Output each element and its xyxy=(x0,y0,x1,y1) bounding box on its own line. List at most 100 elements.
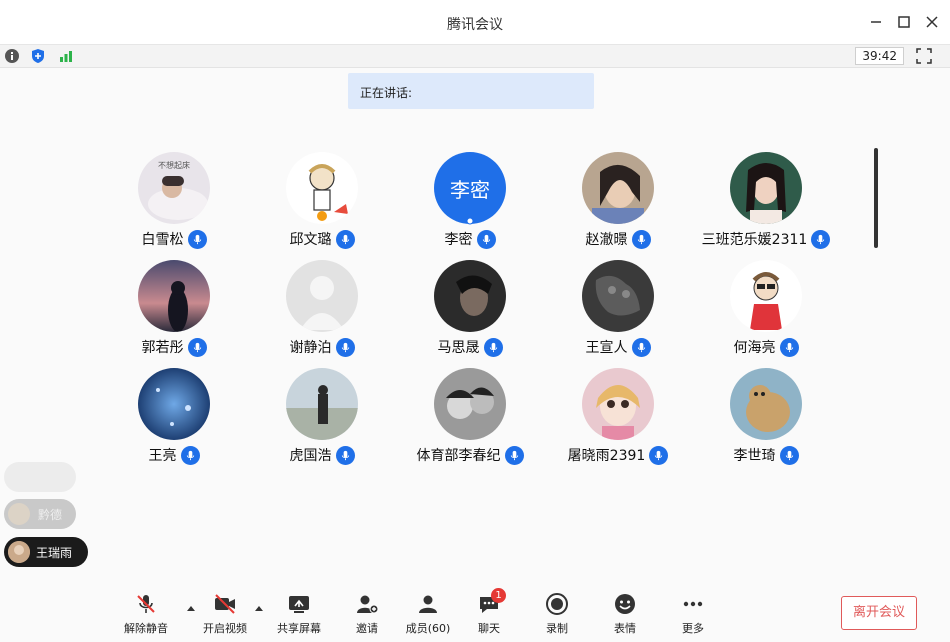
mic-icon xyxy=(504,445,524,465)
participant-tile[interactable]: 何海亮 xyxy=(692,260,840,368)
mic-icon xyxy=(811,229,831,249)
maximize-button[interactable] xyxy=(890,8,918,36)
floating-participant[interactable]: 王瑞雨 xyxy=(4,537,88,567)
participant-tile[interactable]: 王宣人 xyxy=(544,260,692,368)
window-title: 腾讯会议 xyxy=(447,17,503,33)
svg-text:不想起床: 不想起床 xyxy=(158,160,190,170)
speaking-indicator: 正在讲话: xyxy=(348,73,594,109)
fullscreen-icon[interactable] xyxy=(916,48,932,64)
avatar xyxy=(582,152,654,224)
avatar-initials: 李密 xyxy=(434,152,506,224)
mic-icon xyxy=(631,337,651,357)
floating-participant-name: 黔德 xyxy=(38,508,63,522)
emoji-button[interactable]: 表情 xyxy=(597,592,653,640)
unmute-button[interactable]: 解除静音 xyxy=(118,592,174,640)
shield-icon[interactable] xyxy=(30,48,46,64)
bottom-toolbar: 解除静音 开启视频 共享屏幕 邀请 成员(60) 1 聊天 录制 表情 更多 xyxy=(0,586,950,642)
close-icon xyxy=(926,16,938,28)
record-button[interactable]: 录制 xyxy=(529,592,585,640)
signal-icon[interactable] xyxy=(58,48,74,64)
avatar xyxy=(286,368,358,440)
close-button[interactable] xyxy=(918,8,946,36)
share-screen-label: 共享屏幕 xyxy=(277,622,321,635)
speaking-label: 正在讲话: xyxy=(360,86,413,100)
avatar xyxy=(138,260,210,332)
floating-participant-name: 王瑞雨 xyxy=(36,546,73,560)
participant-tile[interactable]: 不想起床 白雪松 xyxy=(100,152,248,260)
members-icon xyxy=(419,595,437,613)
meeting-timer: 39:42 xyxy=(855,47,904,65)
participant-tile[interactable]: 邱文璐 xyxy=(248,152,396,260)
record-icon xyxy=(546,593,568,615)
default-avatar xyxy=(286,260,358,332)
chat-button[interactable]: 1 聊天 xyxy=(461,588,517,640)
video-off-icon xyxy=(215,594,235,614)
mic-icon xyxy=(483,337,503,357)
avatar xyxy=(286,152,358,224)
more-button[interactable]: 更多 xyxy=(665,592,721,640)
participant-tile[interactable]: 三班范乐媛2311 xyxy=(692,152,840,260)
add-user-icon xyxy=(357,595,379,614)
leave-meeting-button[interactable]: 离开会议 xyxy=(841,596,917,630)
maximize-icon xyxy=(898,16,910,28)
audio-options-chevron-icon[interactable] xyxy=(186,604,196,612)
start-video-label: 开启视频 xyxy=(203,622,247,635)
unmute-label: 解除静音 xyxy=(124,622,168,635)
participant-tile[interactable]: 谢静泊 xyxy=(248,260,396,368)
minimize-button[interactable] xyxy=(862,8,890,36)
mic-icon xyxy=(631,229,651,249)
avatar xyxy=(730,368,802,440)
avatar xyxy=(582,368,654,440)
participant-tile[interactable]: 郭若彤 xyxy=(100,260,248,368)
participant-tile[interactable]: 赵澈暻 xyxy=(544,152,692,260)
participant-tile[interactable]: 虎国浩 xyxy=(248,368,396,476)
participant-name: 王宣人 xyxy=(585,340,628,356)
minimize-icon xyxy=(871,21,881,23)
title-bar: 腾讯会议 xyxy=(0,0,950,45)
mic-icon xyxy=(335,229,355,249)
chat-label: 聊天 xyxy=(478,622,500,635)
avatar xyxy=(8,541,30,563)
participant-name: 三班范乐媛2311 xyxy=(701,232,808,248)
mic-icon xyxy=(779,337,799,357)
participant-name: 赵澈暻 xyxy=(585,232,628,248)
avatar xyxy=(138,368,210,440)
more-icon xyxy=(683,601,703,607)
chat-unread-badge: 1 xyxy=(491,588,506,603)
more-label: 更多 xyxy=(682,622,704,635)
share-screen-button[interactable]: 共享屏幕 xyxy=(271,592,327,640)
status-bar: 39:42 xyxy=(0,45,950,68)
video-options-chevron-icon[interactable] xyxy=(254,604,264,612)
start-video-button[interactable]: 开启视频 xyxy=(197,592,253,640)
invite-button[interactable]: 邀请 xyxy=(339,592,395,640)
grid-scrollbar[interactable] xyxy=(874,148,878,248)
participant-name: 体育部李春纪 xyxy=(416,448,501,464)
share-screen-icon xyxy=(289,596,309,613)
emoji-label: 表情 xyxy=(614,622,636,635)
participant-name: 郭若彤 xyxy=(141,340,184,356)
avatar xyxy=(730,152,802,224)
members-button[interactable]: 成员(60) xyxy=(400,592,456,640)
participant-tile[interactable]: 李世琦 xyxy=(692,368,840,476)
mic-icon xyxy=(335,445,355,465)
floating-participant[interactable] xyxy=(4,462,76,492)
mic-icon xyxy=(187,337,207,357)
participant-name: 何海亮 xyxy=(733,340,776,356)
emoji-icon xyxy=(615,594,635,614)
record-label: 录制 xyxy=(546,622,568,635)
avatar xyxy=(730,260,802,332)
participant-name: 马思晟 xyxy=(437,340,480,356)
avatar-text: 李密 xyxy=(450,177,490,202)
participant-tile[interactable]: 李密 李密 xyxy=(396,152,544,260)
participant-tile[interactable]: 体育部李春纪 xyxy=(396,368,544,476)
participant-tile[interactable]: 王亮 xyxy=(100,368,248,476)
participant-name: 屠晓雨2391 xyxy=(567,448,646,464)
participant-tile[interactable]: 马思晟 xyxy=(396,260,544,368)
avatar: 不想起床 xyxy=(138,152,210,224)
info-icon[interactable] xyxy=(4,48,20,64)
mic-icon xyxy=(180,445,200,465)
participant-tile[interactable]: 屠晓雨2391 xyxy=(544,368,692,476)
floating-participant[interactable]: 黔德 xyxy=(4,499,76,529)
participant-name: 白雪松 xyxy=(141,232,184,248)
mic-icon xyxy=(779,445,799,465)
